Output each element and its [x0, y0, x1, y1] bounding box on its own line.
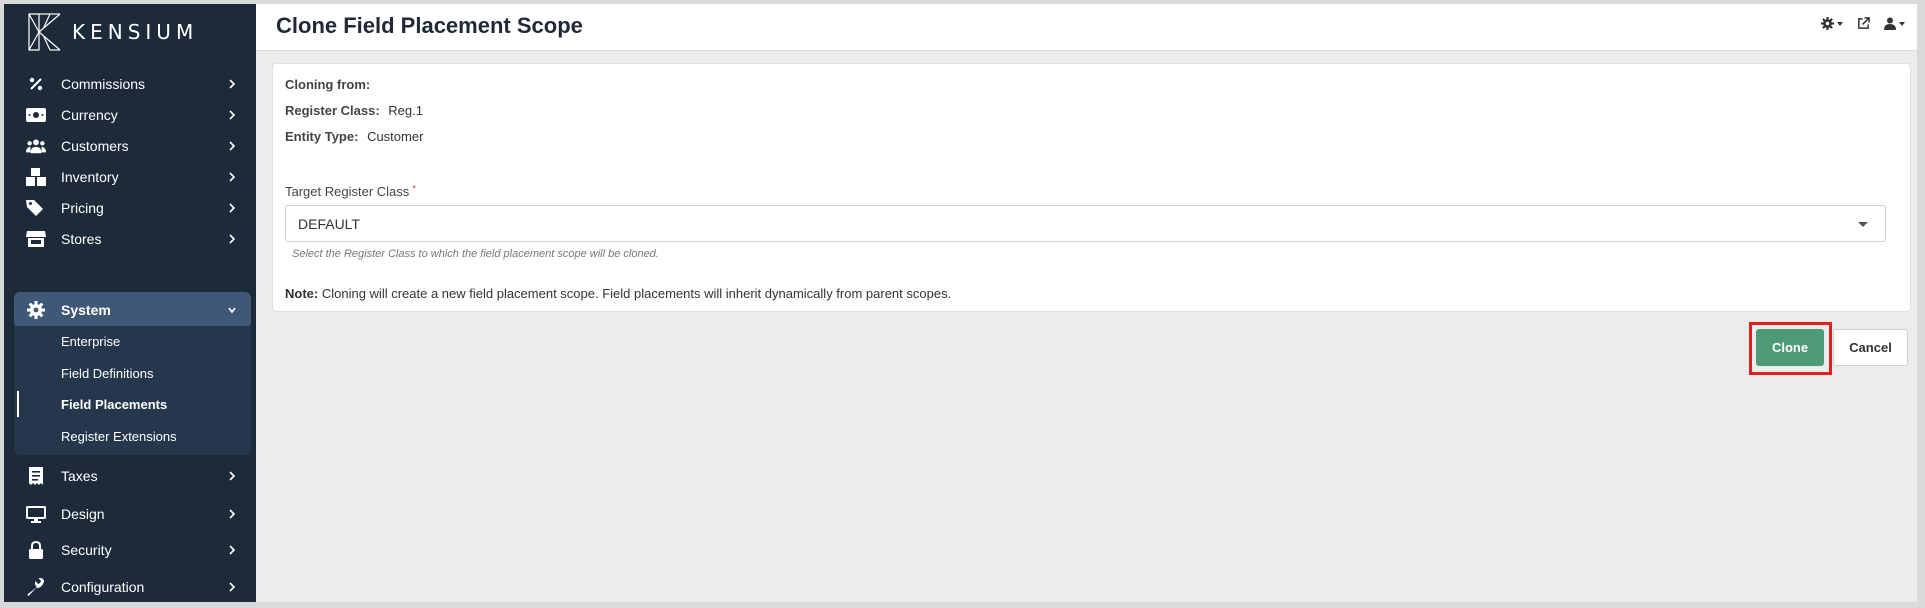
target-register-class-help: Select the Register Class to which the f… — [292, 248, 659, 260]
kensium-logo-icon — [28, 13, 61, 51]
chevron-right-icon — [229, 234, 236, 244]
sidebar-item-stores[interactable]: Stores — [14, 221, 251, 257]
chevron-right-icon — [229, 141, 236, 151]
users-icon — [26, 137, 46, 155]
required-marker: * — [412, 184, 417, 195]
chevron-right-icon — [229, 509, 236, 519]
register-class-row: Register Class: Reg.1 — [285, 103, 423, 118]
page-header: Clone Field Placement Scope — [256, 4, 1917, 51]
sidebar-item-label: Inventory — [61, 169, 119, 185]
lock-icon — [26, 541, 46, 559]
sidebar-item-label: Customers — [61, 138, 129, 154]
store-icon — [26, 230, 46, 248]
chevron-down-icon — [228, 307, 236, 314]
note-label: Note: — [285, 286, 319, 301]
sidebar-item-configuration[interactable]: Configuration — [14, 569, 251, 602]
cloning-from-label: Cloning from: — [285, 77, 371, 92]
chevron-right-icon — [229, 471, 236, 481]
note-text: Cloning will create a new field placemen… — [321, 286, 952, 301]
header-toolbar — [1821, 17, 1905, 30]
receipt-icon — [26, 467, 46, 485]
gear-icon — [1821, 17, 1834, 30]
cancel-button[interactable]: Cancel — [1833, 329, 1908, 366]
entity-type-label: Entity Type: — [285, 129, 359, 144]
gear-icon — [26, 301, 46, 319]
boxes-icon — [26, 168, 46, 186]
sidebar-item-label: Commissions — [61, 76, 146, 92]
settings-menu-button[interactable] — [1821, 17, 1843, 30]
brand-logo[interactable]: KENSIUM — [26, 12, 198, 52]
submenu-item-field-placements[interactable]: Field Placements — [14, 389, 251, 419]
tags-icon — [26, 199, 46, 217]
chevron-right-icon — [229, 582, 236, 592]
submenu-item-register-extensions[interactable]: Register Extensions — [14, 421, 251, 451]
app-window: KENSIUM Commissions Currency Customers I… — [4, 4, 1917, 602]
target-register-class-label: Target Register Class * — [285, 184, 416, 199]
submenu-item-label: Enterprise — [61, 334, 121, 349]
percent-icon — [26, 75, 46, 93]
submenu-item-enterprise[interactable]: Enterprise — [14, 326, 251, 356]
user-icon — [1884, 17, 1896, 30]
system-submenu: Enterprise Field Definitions Field Place… — [14, 326, 251, 455]
clone-note: Note: Cloning will create a new field pl… — [285, 286, 951, 301]
submenu-item-label: Register Extensions — [61, 429, 177, 444]
sidebar-item-label: Currency — [61, 107, 118, 123]
sidebar-item-design[interactable]: Design — [14, 496, 251, 532]
money-icon — [26, 106, 46, 124]
sidebar-item-taxes[interactable]: Taxes — [14, 458, 251, 494]
submenu-item-label: Field Definitions — [61, 366, 154, 381]
caret-down-icon — [1837, 21, 1843, 26]
chevron-right-icon — [229, 110, 236, 120]
sidebar-item-label: Pricing — [61, 200, 104, 216]
chevron-right-icon — [229, 172, 236, 182]
sidebar-item-label: Security — [61, 542, 112, 558]
sidebar-item-label: Configuration — [61, 579, 145, 595]
target-register-class-select[interactable]: DEFAULT — [285, 205, 1886, 242]
dropdown-arrow-icon — [1858, 222, 1868, 227]
chevron-right-icon — [229, 203, 236, 213]
chevron-right-icon — [229, 79, 236, 89]
clone-button[interactable]: Clone — [1756, 329, 1824, 366]
entity-type-row: Entity Type: Customer — [285, 129, 423, 144]
entity-type-value: Customer — [367, 129, 424, 144]
sidebar-item-system[interactable]: System — [14, 292, 251, 328]
select-value: DEFAULT — [298, 216, 360, 232]
page-title: Clone Field Placement Scope — [276, 13, 583, 38]
cloning-from-heading: Cloning from: — [285, 77, 370, 92]
submenu-item-label: Field Placements — [61, 397, 168, 412]
sidebar-item-label: System — [61, 302, 111, 318]
brand-name: KENSIUM — [72, 20, 199, 44]
sidebar-item-label: Stores — [61, 231, 102, 247]
register-class-value: Reg.1 — [388, 103, 423, 118]
caret-down-icon — [1899, 21, 1905, 26]
chevron-right-icon — [229, 545, 236, 555]
sidebar: KENSIUM Commissions Currency Customers I… — [4, 4, 256, 602]
clone-form-card: Cloning from: Register Class: Reg.1 Enti… — [272, 63, 1911, 312]
external-link-icon — [1858, 17, 1870, 29]
sidebar-item-label: Taxes — [61, 468, 98, 484]
target-label-text: Target Register Class — [285, 184, 410, 199]
open-external-button[interactable] — [1857, 17, 1870, 30]
monitor-icon — [26, 505, 46, 523]
user-menu-button[interactable] — [1884, 17, 1905, 30]
sidebar-item-label: Design — [61, 506, 105, 522]
sidebar-item-security[interactable]: Security — [14, 532, 251, 568]
register-class-label: Register Class: — [285, 103, 380, 118]
submenu-item-field-definitions[interactable]: Field Definitions — [14, 358, 251, 388]
wrench-icon — [26, 578, 46, 596]
